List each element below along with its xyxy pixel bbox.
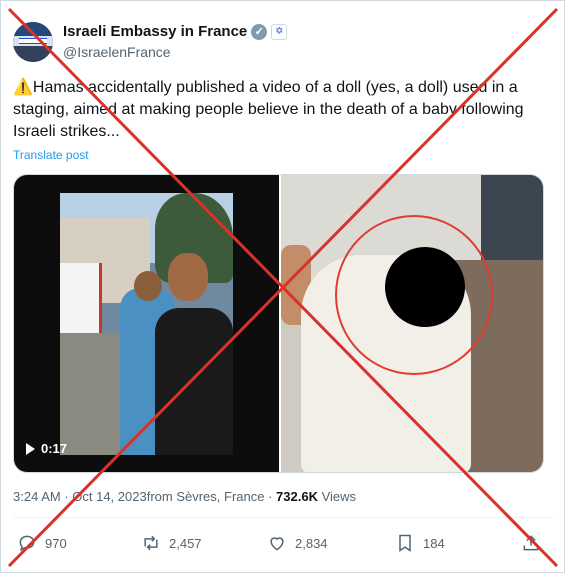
- reply-icon: [19, 535, 35, 552]
- heart-icon: [270, 537, 284, 551]
- tweet-text: ⚠️Hamas accidentally published a video o…: [13, 77, 548, 143]
- tweet-location: from Sèvres, France: [146, 489, 265, 504]
- views-label: Views: [317, 489, 357, 504]
- divider: [13, 517, 553, 518]
- tweet-date[interactable]: Oct 14, 2023: [72, 489, 146, 504]
- tweet-body: Hamas accidentally published a video of …: [13, 79, 524, 140]
- tweet-header: Israeli Embassy in France ✓ ✡ @IsraelenF…: [13, 19, 553, 67]
- reply-button[interactable]: 970: [17, 533, 67, 553]
- author-handle[interactable]: @IsraelenFrance: [63, 44, 171, 60]
- reply-count: 970: [45, 535, 67, 551]
- like-count: 2,834: [295, 535, 328, 551]
- repost-icon: [144, 535, 158, 551]
- verified-badge-icon: ✓: [251, 23, 268, 40]
- bookmark-icon: [399, 534, 411, 552]
- author-name-row: Israeli Embassy in France ✓ ✡: [63, 23, 288, 40]
- video-duration: 0:17: [41, 441, 68, 456]
- share-icon: [523, 535, 539, 551]
- video-player[interactable]: 0:17: [14, 175, 279, 472]
- bookmark-button[interactable]: 184: [395, 533, 445, 553]
- avatar[interactable]: [13, 22, 53, 62]
- tweet-meta: 3:24 AM · Oct 14, 2023from Sèvres, Franc…: [13, 489, 357, 504]
- author-name[interactable]: Israeli Embassy in France: [63, 23, 247, 40]
- play-icon[interactable]: [26, 442, 35, 455]
- video-frame: [60, 193, 233, 455]
- video-controls[interactable]: 0:17: [26, 441, 67, 456]
- media-grid: 0:17: [13, 174, 544, 473]
- views-count: 732.6K: [276, 489, 318, 504]
- tweet-card: Israeli Embassy in France ✓ ✡ @IsraelenF…: [0, 0, 565, 573]
- tweet-time[interactable]: 3:24 AM: [13, 489, 61, 504]
- action-bar: 970 2,457 2,834 184: [13, 533, 548, 557]
- media-photo[interactable]: [281, 175, 543, 472]
- repost-count: 2,457: [169, 535, 202, 551]
- flag-affiliate-icon[interactable]: ✡: [271, 23, 288, 40]
- share-button[interactable]: [521, 533, 541, 553]
- warning-icon: ⚠️: [13, 79, 33, 96]
- repost-button[interactable]: 2,457: [141, 533, 202, 553]
- bookmark-count: 184: [423, 535, 445, 551]
- translate-link[interactable]: Translate post: [13, 148, 89, 162]
- like-button[interactable]: 2,834: [267, 533, 328, 553]
- highlight-circle: [335, 215, 493, 375]
